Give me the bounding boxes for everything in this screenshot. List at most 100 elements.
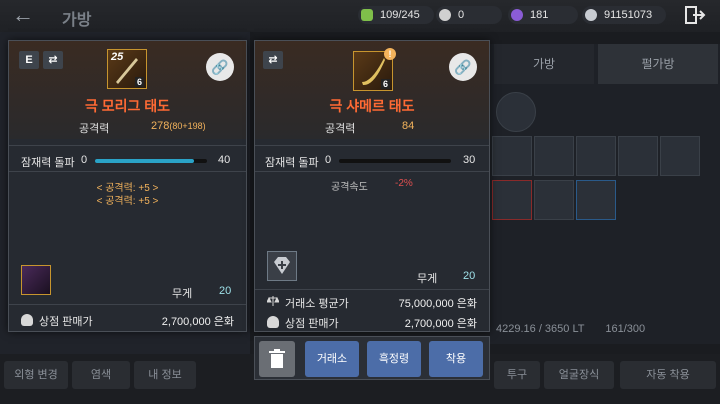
top-bar: ← 가방 109/245 0 181 91151073 [0,0,720,32]
orb-counter: 181 [508,6,578,24]
tab-bag[interactable]: 가방 [494,44,594,84]
pearl-counter: 0 [436,6,502,24]
inventory-slot[interactable] [576,180,616,220]
attack-speed-label: 공격속도 [331,182,368,193]
shop-price-value: 2,700,000 은화 [161,316,234,328]
potential-max: 30 [463,154,476,166]
potential-bar [95,159,207,163]
equipment-slot-row [492,92,720,132]
weapon-item-icon: 25 6 [107,49,147,89]
slot[interactable] [672,92,712,132]
face-accessory-toggle[interactable]: 얼굴장식 [544,361,614,389]
potential-label: 잠재력 돌파 [265,157,319,169]
link-icon[interactable]: 🔗 [206,53,234,81]
bag-capacity-counter: 109/245 [358,6,434,24]
trash-icon[interactable] [259,341,295,377]
potential-min: 0 [81,154,88,166]
appearance-change-button[interactable]: 외형 변경 [4,361,68,389]
shop-price-label: 상점 판매가 [285,318,339,330]
divider [9,145,246,146]
potential-bar [339,159,451,163]
pearl-value: 0 [458,9,465,21]
stat-label: 공격력 [79,123,110,135]
inventory-slot[interactable] [534,180,574,220]
potential-label: 잠재력 돌파 [21,157,75,169]
inventory-slot[interactable] [618,136,658,176]
bag-capacity-value: 109/245 [380,9,420,21]
stat-value-number: 278 [151,120,170,132]
stat-label: 공격력 [325,123,356,135]
tab-pearl-bag[interactable]: 펄가방 [598,44,718,84]
grade-badge: 6 [380,79,390,89]
silver-counter: 91151073 [582,6,666,24]
compared-item-tooltip: ⇄ 🔗 ! 6 극 샤메르 태도 공격력 84 잠재력 돌파 0 30 공격속도… [254,40,490,332]
tab-pearl-bag-label: 펄가방 [641,57,675,71]
potential-min: 0 [325,154,332,166]
empty-gem-slot-icon[interactable] [267,251,297,281]
silver-value: 91151073 [604,9,653,21]
money-bag-icon [267,316,279,328]
shop-price-row: 상점 판매가 2,700,000 은화 [9,309,246,331]
swap-icon[interactable]: ⇄ [43,51,63,69]
scale-icon [267,296,279,306]
item-name: 극 샤메르 태도 [329,98,415,114]
inventory-slot[interactable] [534,136,574,176]
pearl-icon [439,9,451,21]
divider [255,171,489,172]
link-icon[interactable]: 🔗 [449,53,477,81]
weight-value: 20 [219,285,232,297]
divider [9,171,246,172]
weight-label: 무게 [172,288,193,300]
slot[interactable] [540,92,580,132]
shop-price-value: 2,700,000 은화 [404,318,477,330]
marketplace-button[interactable]: 거래소 [305,341,359,377]
slot[interactable] [496,92,536,132]
auto-equip-button[interactable]: 자동 착용 [620,361,716,389]
page-title: 가방 [62,12,92,29]
potential-bar-fill [95,159,194,163]
money-bag-icon [21,314,33,326]
slot[interactable] [584,92,624,132]
stat-value: 84 [402,120,415,132]
inventory-slot[interactable] [492,180,532,220]
orb-value: 181 [530,9,549,21]
item-name: 극 모리그 태도 [84,98,171,114]
inventory-slot[interactable] [660,136,700,176]
weight-value: 20 [463,270,476,282]
inventory-slot[interactable] [492,136,532,176]
inventory-slot[interactable] [576,136,616,176]
shop-price-label: 상점 판매가 [39,316,93,328]
silver-coin-icon [585,9,597,21]
bag-capacity-icon [361,9,373,21]
equipped-chip: E [19,51,39,69]
back-arrow-icon[interactable]: ← [12,4,40,26]
inventory-row [492,136,720,176]
shop-price-row: 상점 판매가 2,700,000 은화 [255,311,489,333]
tab-bag-label: 가방 [532,57,556,71]
weight-text: 4229.16 / 3650 LT [496,323,585,335]
my-info-button[interactable]: 내 정보 [134,361,196,389]
swap-icon[interactable]: ⇄ [263,51,283,69]
equipped-item-tooltip: E ⇄ 🔗 25 6 극 모리그 태도 공격력 278(80+198) 잠재력 … [8,40,247,332]
exit-icon[interactable] [684,5,706,25]
attack-speed-value: -2% [395,178,413,189]
slot[interactable] [628,92,668,132]
slot-count: 161/300 [605,323,646,335]
weight-info: 4229.16 / 3650 LT 161/300 [496,323,645,335]
dye-button[interactable]: 염색 [72,361,130,389]
grade-badge: 6 [134,77,144,87]
helmet-toggle[interactable]: 투구 [494,361,540,389]
inventory-row [492,180,720,220]
market-price-label: 거래소 평균가 [285,298,349,310]
market-price-row: 거래소 평균가 75,000,000 은화 [255,291,489,313]
crystal-slot-icon[interactable] [21,265,51,295]
action-bar: 거래소 흑정령 착용 [254,336,490,380]
purple-orb-icon [511,9,523,21]
equip-button[interactable]: 착용 [429,341,483,377]
stat-value: 278(80+198) [151,120,206,132]
divider [9,304,246,305]
divider [255,145,489,146]
divider [255,289,489,290]
stat-detail: (80+198) [169,121,206,131]
black-spirit-button[interactable]: 흑정령 [367,341,421,377]
